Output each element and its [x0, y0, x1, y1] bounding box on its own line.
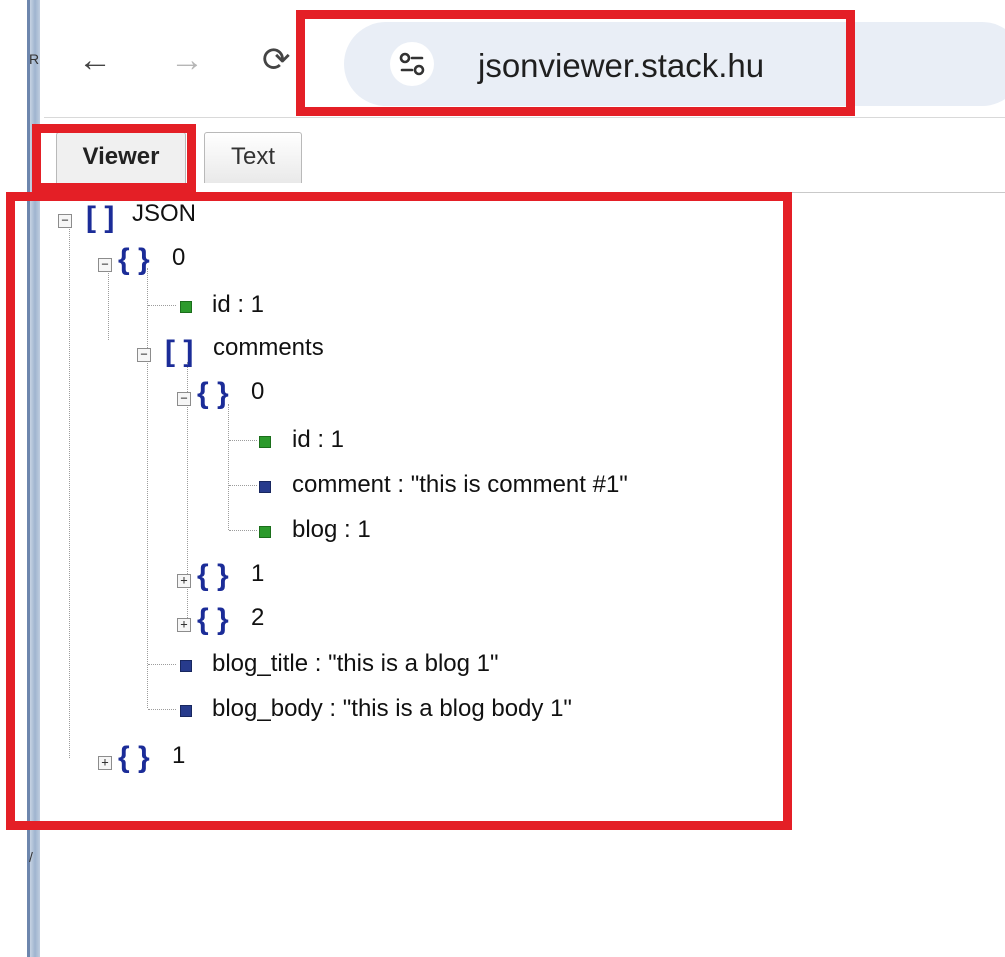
node-label: 0 — [172, 244, 186, 271]
string-value-icon — [180, 660, 192, 672]
leaf-text: blog_body : "this is a blog body 1" — [212, 695, 572, 722]
node-label: 1 — [172, 742, 186, 769]
tree-connector — [148, 709, 176, 710]
collapse-icon[interactable]: − — [98, 258, 112, 272]
node-label: 2 — [251, 604, 265, 631]
node-label: 0 — [251, 378, 265, 405]
collapse-icon[interactable]: − — [177, 392, 191, 406]
string-value-icon — [180, 705, 192, 717]
reload-icon[interactable]: ⟳ — [262, 40, 291, 80]
object-brace-icon: { } — [197, 603, 229, 636]
collapse-icon[interactable]: − — [58, 214, 72, 228]
expand-icon[interactable]: + — [98, 756, 112, 770]
expand-icon[interactable]: + — [177, 574, 191, 588]
tree-connector — [147, 268, 148, 708]
tab-text[interactable]: Text — [204, 132, 302, 183]
tree-connector — [108, 268, 109, 340]
tree-connector — [148, 664, 176, 665]
tree-connector — [229, 530, 257, 531]
node-label: JSON — [132, 200, 197, 227]
tree-connector — [148, 305, 176, 306]
array-bracket-icon: [ ] — [165, 335, 194, 368]
object-brace-icon: { } — [118, 741, 150, 774]
url-highlight-box — [296, 10, 855, 116]
object-brace-icon: { } — [197, 559, 229, 592]
tree-connector — [228, 404, 229, 530]
tree-highlight-box — [6, 192, 792, 830]
arrow-right-icon[interactable]: → — [170, 40, 204, 80]
viewer-tab-highlight-box — [32, 124, 196, 192]
node-label: 1 — [251, 560, 265, 587]
tree-connector — [229, 440, 257, 441]
edge-glyph: R — [29, 51, 40, 67]
edge-glyph: / — [29, 849, 33, 865]
leaf-text: blog : 1 — [292, 516, 371, 543]
expand-icon[interactable]: + — [177, 618, 191, 632]
collapse-icon[interactable]: − — [137, 348, 151, 362]
string-value-icon — [259, 481, 271, 493]
leaf-text: blog_title : "this is a blog 1" — [212, 650, 499, 677]
leaf-text: id : 1 — [292, 426, 345, 453]
node-label: comments — [213, 334, 324, 361]
number-value-icon — [259, 526, 271, 538]
object-brace-icon: { } — [118, 243, 150, 276]
arrow-left-icon[interactable]: ← — [78, 40, 112, 80]
tree-connector — [229, 485, 257, 486]
object-brace-icon: { } — [197, 377, 229, 410]
number-value-icon — [259, 436, 271, 448]
number-value-icon — [180, 301, 192, 313]
array-bracket-icon: [ ] — [86, 201, 115, 234]
tree-connector — [69, 224, 70, 758]
leaf-text: id : 1 — [212, 291, 265, 318]
leaf-text: comment : "this is comment #1" — [292, 471, 628, 498]
